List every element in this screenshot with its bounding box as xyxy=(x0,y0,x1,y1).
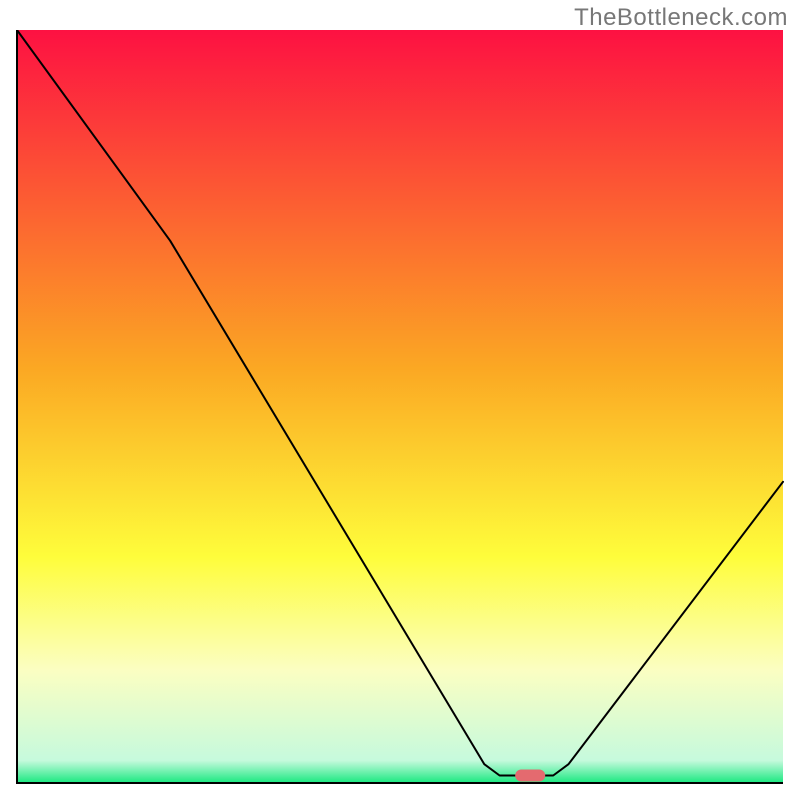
chart-svg xyxy=(15,30,785,785)
gradient-background xyxy=(17,30,783,783)
chart-container: TheBottleneck.com xyxy=(0,0,800,800)
plot-area xyxy=(15,30,785,785)
watermark-text: TheBottleneck.com xyxy=(574,4,788,32)
optimal-marker-icon xyxy=(515,770,545,782)
